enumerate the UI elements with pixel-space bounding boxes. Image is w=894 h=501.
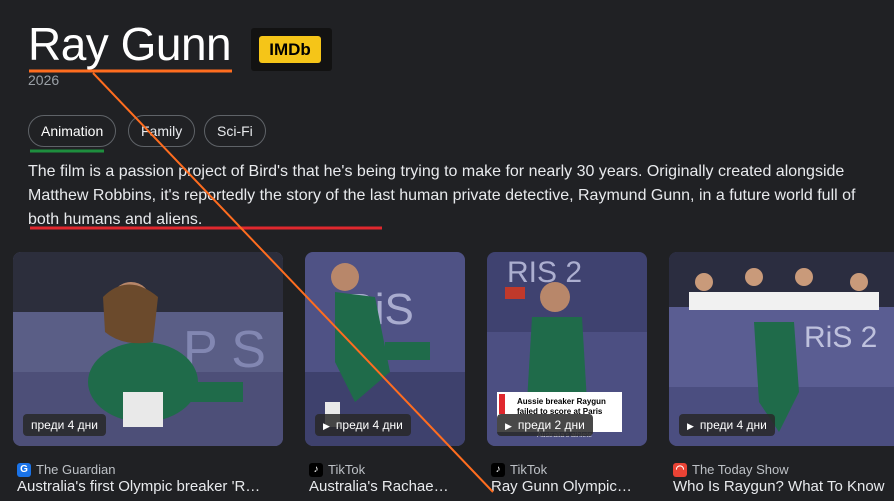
news-card[interactable]: P S преди 4 дни G The Guardian Australia… bbox=[13, 252, 283, 495]
today-show-icon: ◠ bbox=[673, 462, 687, 477]
svg-text:RiS 2: RiS 2 bbox=[804, 321, 877, 354]
release-year: 2026 bbox=[28, 72, 60, 88]
news-headline[interactable]: Australia's first Olympic breaker 'R… bbox=[17, 478, 279, 495]
news-source: The Today Show bbox=[692, 462, 789, 477]
news-source: TikTok bbox=[510, 462, 548, 477]
genre-chip-animation[interactable]: Animation bbox=[28, 115, 117, 147]
news-thumbnail[interactable]: RiS ▶ преди 4 дни bbox=[305, 252, 465, 446]
news-card[interactable]: RiS 2 ▶ преди 4 дни ◠ The Today Show Who … bbox=[669, 252, 894, 495]
tiktok-icon: ♪ bbox=[309, 462, 323, 477]
svg-text:RIS 2: RIS 2 bbox=[507, 256, 582, 289]
news-headline[interactable]: Who Is Raygun? What To Know bbox=[673, 478, 894, 495]
movie-title: Ray Gunn bbox=[28, 18, 232, 70]
play-icon: ▶ bbox=[323, 421, 330, 431]
play-icon: ▶ bbox=[505, 421, 512, 431]
news-thumbnail[interactable]: RiS 2 ▶ преди 4 дни bbox=[669, 252, 894, 446]
guardian-icon: G bbox=[17, 462, 31, 477]
news-card[interactable]: RIS 2 Aussie breaker Raygun failed to sc… bbox=[487, 252, 647, 495]
play-icon: ▶ bbox=[687, 421, 694, 431]
news-headline[interactable]: Ray Gunn Olympic… bbox=[491, 478, 647, 495]
news-source: TikTok bbox=[328, 462, 366, 477]
tiktok-icon: ♪ bbox=[491, 462, 505, 477]
news-source: The Guardian bbox=[36, 462, 116, 477]
news-thumbnail[interactable]: P S преди 4 дни bbox=[13, 252, 283, 446]
news-headline[interactable]: Australia's Rachae… bbox=[309, 478, 465, 495]
genre-chip-family[interactable]: Family bbox=[128, 115, 196, 147]
imdb-link[interactable]: IMDb bbox=[251, 28, 332, 71]
date-badge: преди 4 дни bbox=[23, 414, 106, 436]
date-badge: ▶ преди 2 дни bbox=[497, 414, 593, 436]
movie-description: The film is a passion project of Bird's … bbox=[28, 163, 856, 228]
genre-chip-sci-fi[interactable]: Sci-Fi bbox=[204, 115, 266, 147]
imdb-logo-icon: IMDb bbox=[259, 36, 321, 63]
date-badge: ▶ преди 4 дни bbox=[679, 414, 775, 436]
news-card[interactable]: RiS ▶ преди 4 дни ♪ TikTok Australia's Ra… bbox=[305, 252, 465, 495]
date-badge: ▶ преди 4 дни bbox=[315, 414, 411, 436]
news-thumbnail[interactable]: RIS 2 Aussie breaker Raygun failed to sc… bbox=[487, 252, 647, 446]
